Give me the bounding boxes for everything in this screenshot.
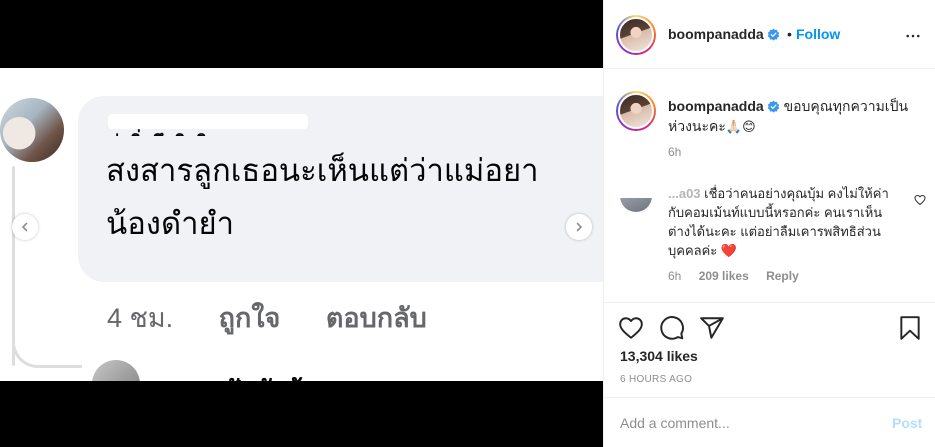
commenter-avatar <box>0 98 64 162</box>
post-header: boompanadda • Follow <box>604 0 935 69</box>
add-comment-bar: Post <box>604 397 935 447</box>
verified-badge-icon <box>767 100 779 113</box>
comments-section[interactable]: boompanadda ขอบคุณทุกความเป็นห่วงนะคะ🙏🏻😊… <box>604 70 935 302</box>
chevron-right-icon <box>576 222 583 232</box>
author-avatar[interactable] <box>616 15 656 55</box>
save-bookmark-icon[interactable] <box>897 315 923 341</box>
post-media[interactable]: ร่าสิ่าศึงชิงทิ สงสารลูกเธอนะเห็นแต่ว่าแ… <box>0 0 603 447</box>
thread-curve <box>12 338 82 368</box>
caption-time[interactable]: 6h <box>668 145 681 159</box>
verified-badge-icon <box>767 28 779 41</box>
caption-username[interactable]: boompanadda <box>668 98 764 114</box>
share-paper-plane-icon[interactable] <box>699 315 725 341</box>
comment-bubble: ร่าสิ่าศึงชิงทิ สงสารลูกเธอนะเห็นแต่ว่าแ… <box>78 96 603 282</box>
comment-time[interactable]: 6h <box>668 269 681 283</box>
comment-body: สงสารลูกเธอนะเห็นแต่ว่าแม่อยา น้องดำยำ <box>106 144 539 250</box>
post-comment-button[interactable]: Post <box>892 415 922 431</box>
reply-button[interactable]: Reply <box>766 269 799 283</box>
add-comment-input[interactable] <box>620 412 870 434</box>
commenter-avatar[interactable] <box>620 198 652 214</box>
likes-count[interactable]: 13,304 likes <box>620 348 698 364</box>
header-separator: • <box>787 26 792 42</box>
next-image-button[interactable] <box>566 214 592 240</box>
reply-avatar <box>92 360 140 381</box>
comment-likes[interactable]: 209 likes <box>699 269 749 283</box>
comment-emoji: ❤️ <box>720 243 738 258</box>
post-actions: 13,304 likes 6 HOURS AGO <box>604 302 935 397</box>
caption-text: boompanadda ขอบคุณทุกความเป็นห่วงนะคะ🙏🏻😊 <box>668 96 918 137</box>
comment-line-1: สงสารลูกเธอนะเห็นแต่ว่าแม่อยา <box>106 153 539 188</box>
reply-text-cut: ศุณๆ ฝัดงับว้ว ๆ <box>165 370 339 381</box>
comment-text: ...a03 เชื่อว่าคนอย่างคุณบุ้ม คงไม่ให้ค่… <box>668 184 900 260</box>
like-comment-heart-icon[interactable] <box>914 194 926 206</box>
comment-like-link: ถูกใจ <box>218 303 281 333</box>
comment-reply-link: ตอบกลับ <box>325 303 427 333</box>
previous-image-button[interactable] <box>12 214 38 240</box>
comment-body: เชื่อว่าคนอย่างคุณบุ้ม คงไม่ให้ค่ากับคอม… <box>668 186 889 258</box>
author-username[interactable]: boompanadda <box>668 26 780 42</box>
follow-button[interactable]: Follow <box>796 26 840 42</box>
comment-line-2: น้องดำยำ <box>106 206 235 241</box>
post-timestamp[interactable]: 6 HOURS AGO <box>620 374 692 385</box>
thread-line <box>12 166 15 366</box>
comment-bubble-icon[interactable] <box>659 315 685 341</box>
post-sidebar: boompanadda • Follow boompanadda ขอบคุณท… <box>603 0 935 447</box>
comment-meta: 4 ชม. ถูกใจ ตอบกลับ <box>107 296 465 339</box>
caption-avatar[interactable] <box>616 91 656 131</box>
comment-time: 4 ชม. <box>107 303 174 333</box>
post-image: ร่าสิ่าศึงชิงทิ สงสารลูกเธอนะเห็นแต่ว่าแ… <box>0 68 603 381</box>
caption-emoji: 🙏🏻😊 <box>725 119 756 134</box>
commenter-username[interactable]: ...a03 <box>668 186 701 201</box>
comment-meta: 6h 209 likes Reply <box>668 269 813 283</box>
chevron-left-icon <box>21 222 28 232</box>
like-heart-icon[interactable] <box>618 315 644 341</box>
comment-author-redacted: ร่าสิ่าศึงชิงทิ <box>108 114 308 136</box>
more-options-icon[interactable] <box>904 27 922 45</box>
